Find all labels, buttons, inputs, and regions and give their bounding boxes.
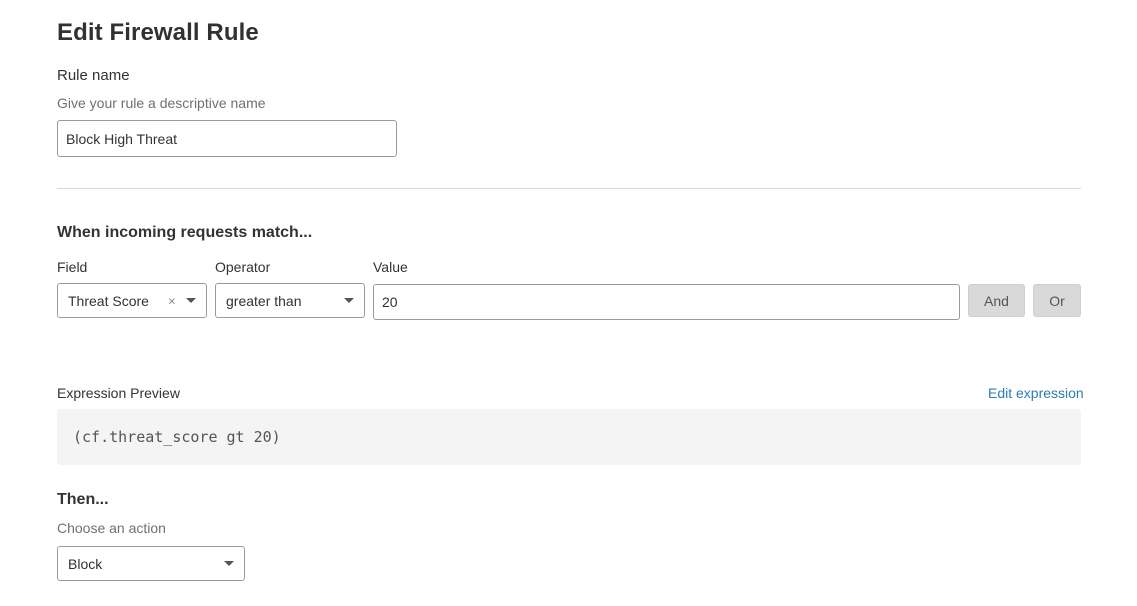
chevron-down-icon[interactable]: [186, 297, 196, 303]
and-button[interactable]: And: [968, 284, 1025, 317]
action-select-value: Block: [68, 555, 103, 572]
operator-select-value: greater than: [226, 292, 302, 309]
rule-name-label: Rule name: [57, 67, 130, 84]
rule-name-hint: Give your rule a descriptive name: [57, 95, 266, 111]
match-heading: When incoming requests match...: [57, 224, 313, 241]
section-divider: [57, 188, 1081, 189]
field-select-value: Threat Score: [68, 292, 149, 309]
expression-preview-box: (cf.threat_score gt 20): [57, 409, 1081, 465]
rule-name-input[interactable]: [57, 120, 397, 157]
action-hint: Choose an action: [57, 520, 166, 536]
action-select[interactable]: Block: [57, 546, 245, 581]
value-input[interactable]: [373, 284, 960, 320]
expression-code: (cf.threat_score gt 20): [73, 428, 281, 446]
chevron-down-icon[interactable]: [224, 560, 234, 566]
edit-firewall-rule-page: Edit Firewall Rule Rule name Give your r…: [0, 0, 1137, 606]
field-label: Field: [57, 259, 88, 275]
close-icon[interactable]: ×: [168, 294, 176, 307]
page-title: Edit Firewall Rule: [57, 19, 259, 46]
edit-expression-link[interactable]: Edit expression: [988, 385, 1084, 401]
or-button[interactable]: Or: [1033, 284, 1081, 317]
field-select[interactable]: Threat Score ×: [57, 283, 207, 318]
then-heading: Then...: [57, 491, 109, 508]
operator-select[interactable]: greater than: [215, 283, 365, 318]
chevron-down-icon[interactable]: [344, 297, 354, 303]
expression-preview-label: Expression Preview: [57, 385, 180, 401]
operator-label: Operator: [215, 259, 271, 275]
value-label: Value: [373, 259, 408, 275]
